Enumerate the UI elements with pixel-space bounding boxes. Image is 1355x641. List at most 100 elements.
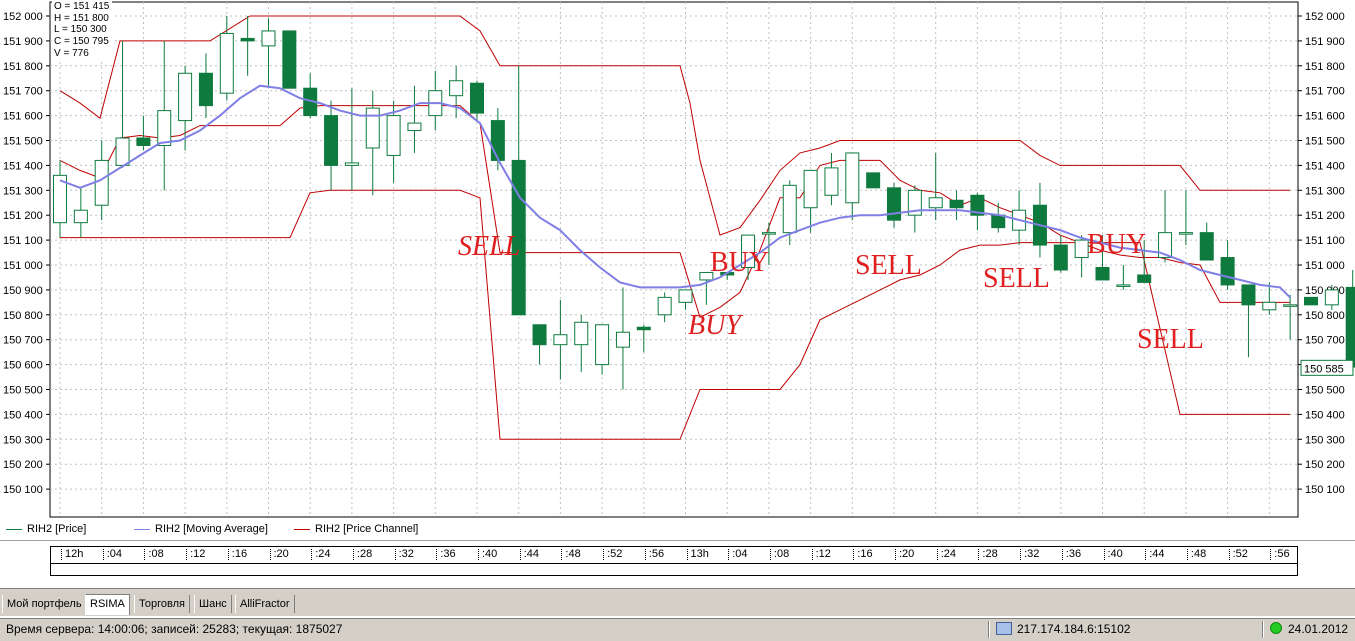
connection-status: 217.174.184.6:15102: [996, 622, 1130, 636]
time-tick-label: :04: [728, 549, 747, 560]
time-panel: 12h:04:08:12:16:20:24:28:32:36:40:44:48:…: [0, 542, 1355, 592]
status-date: 24.01.2012: [1288, 622, 1349, 636]
candle-body-bull: [449, 80, 464, 97]
ohlc-high: H = 151 800: [54, 12, 109, 24]
candle-body-bear: [490, 120, 505, 161]
candle: [282, 30, 297, 89]
time-tick-label: :24: [311, 549, 330, 560]
y-tick-label-right: 150 800: [1305, 310, 1345, 322]
y-tick-label-right: 152 000: [1305, 11, 1345, 23]
candle-body-bear: [1053, 244, 1068, 271]
time-tick-label: :36: [436, 549, 456, 560]
time-tick-label: :40: [1103, 549, 1123, 560]
time-tick-label: :44: [519, 549, 539, 560]
y-tick-label-right: 151 400: [1305, 160, 1345, 172]
time-tick-label: :20: [269, 549, 289, 560]
y-tick-label-right: 150 500: [1305, 385, 1345, 397]
time-tick-label: :48: [561, 549, 581, 560]
candle-body-bear: [136, 137, 151, 146]
candle-body-bull: [219, 32, 234, 94]
legend-item-price[interactable]: RIH2 [Price]: [6, 523, 86, 535]
y-tick-label-left: 151 300: [3, 185, 43, 197]
candle: [866, 172, 881, 189]
time-axis-divider: [51, 563, 1297, 564]
time-tick-label: 13h: [686, 549, 709, 560]
candle-body-bear: [1220, 257, 1235, 286]
candle-body-bear: [887, 187, 901, 221]
legend-item-price-channel[interactable]: RIH2 [Price Channel]: [294, 523, 418, 535]
y-tick-label-right: 151 200: [1305, 210, 1345, 222]
tab-trading[interactable]: Торговля: [134, 595, 190, 613]
time-tick-label: :52: [1228, 549, 1248, 560]
y-tick-label-right: 150 400: [1305, 409, 1345, 421]
ohlc-volume: V = 776: [54, 47, 89, 59]
legend-item-moving-average[interactable]: RIH2 [Moving Average]: [134, 523, 268, 535]
status-dot-icon: [1270, 622, 1282, 634]
time-tick-label: :12: [811, 549, 831, 560]
time-tick-label: :08: [144, 549, 164, 560]
tab-shans[interactable]: Шанс: [194, 595, 232, 613]
y-tick-label-left: 152 000: [3, 11, 43, 23]
candle-body-bear: [991, 214, 1006, 229]
y-tick-label-right: 151 100: [1305, 235, 1345, 247]
y-tick-label-left: 151 400: [3, 160, 43, 172]
candle-body-bull: [761, 232, 776, 235]
time-tick-label: :28: [978, 549, 998, 560]
time-tick-label: :40: [478, 549, 497, 560]
tab-my-portfolio[interactable]: Мой портфель: [2, 595, 87, 613]
ohlc-low: L = 150 300: [54, 24, 107, 36]
time-tick-label: :16: [227, 549, 247, 560]
candle-body-bull: [1324, 289, 1339, 306]
y-tick-label-right: 150 200: [1305, 459, 1345, 471]
legend-swatch-moving-average: [134, 528, 150, 530]
y-tick-label-left: 151 100: [3, 235, 43, 247]
ohlc-close: C = 150 795: [54, 36, 109, 48]
legend-label-moving-average: RIH2 [Moving Average]: [155, 523, 268, 535]
y-tick-label-left: 150 900: [3, 285, 43, 297]
tab-rsima[interactable]: RSIMA: [85, 594, 130, 615]
candle-body-bull: [115, 137, 130, 166]
candle-body-bull: [73, 209, 88, 224]
signal-annotation-sell: SELL: [983, 263, 1050, 294]
candle-body-bull: [157, 110, 172, 146]
time-tick-label: :12: [186, 549, 205, 560]
y-tick-label-left: 150 700: [3, 335, 43, 347]
y-tick-label-left: 150 600: [3, 360, 43, 372]
y-tick-label-left: 150 500: [3, 385, 43, 397]
y-tick-label-right: 151 900: [1305, 36, 1345, 48]
time-tick-label: :08: [769, 549, 789, 560]
candle-body-bull: [782, 184, 797, 234]
candle-body-bear: [324, 115, 339, 166]
legend-label-price-channel: RIH2 [Price Channel]: [315, 523, 419, 535]
y-tick-label-left: 151 900: [3, 36, 43, 48]
candle-body-bull: [1283, 304, 1298, 307]
y-tick-label-left: 151 700: [3, 86, 43, 98]
price-chart[interactable]: 150 100 150 100 150 200 150 200 150 300 150 3…: [0, 0, 1355, 520]
candle-body-bull: [678, 289, 693, 303]
network-icon: [996, 622, 1012, 635]
chart-legend: RIH2 [Price] RIH2 [Moving Average] RIH2 …: [0, 520, 1355, 540]
time-tick-label: :16: [853, 549, 873, 560]
tab-bar: Мой портфель RSIMA Торговля Шанс AlliFra…: [0, 594, 1355, 616]
candle-body-bear: [1095, 266, 1110, 281]
candle-body-bear: [866, 172, 881, 189]
signal-annotation-buy: BUY: [710, 247, 769, 278]
y-tick-label-right: 151 800: [1305, 61, 1345, 73]
y-tick-label-right: 150 700: [1305, 335, 1345, 347]
time-tick-label: 12h: [61, 549, 83, 560]
candle-body-bear: [1345, 286, 1355, 368]
date-status: 24.01.2012: [1270, 622, 1348, 636]
time-axis[interactable]: 12h:04:08:12:16:20:24:28:32:36:40:44:48:…: [50, 546, 1298, 576]
candle-body-bull: [386, 115, 401, 156]
last-price-label: 150 585: [1304, 363, 1344, 375]
candle-body-bull: [261, 30, 276, 47]
y-tick-label-left: 150 100: [3, 484, 43, 496]
candle-body-bull: [1116, 284, 1131, 287]
y-tick-label-left: 151 000: [3, 260, 43, 272]
tab-allifractor[interactable]: AlliFractor: [235, 595, 295, 613]
candle-body-bull: [803, 169, 818, 209]
time-tick-label: :56: [1270, 549, 1290, 560]
y-tick-label-left: 151 600: [3, 111, 43, 123]
time-tick-label: :52: [603, 549, 622, 560]
candle-body-bear: [636, 326, 651, 331]
